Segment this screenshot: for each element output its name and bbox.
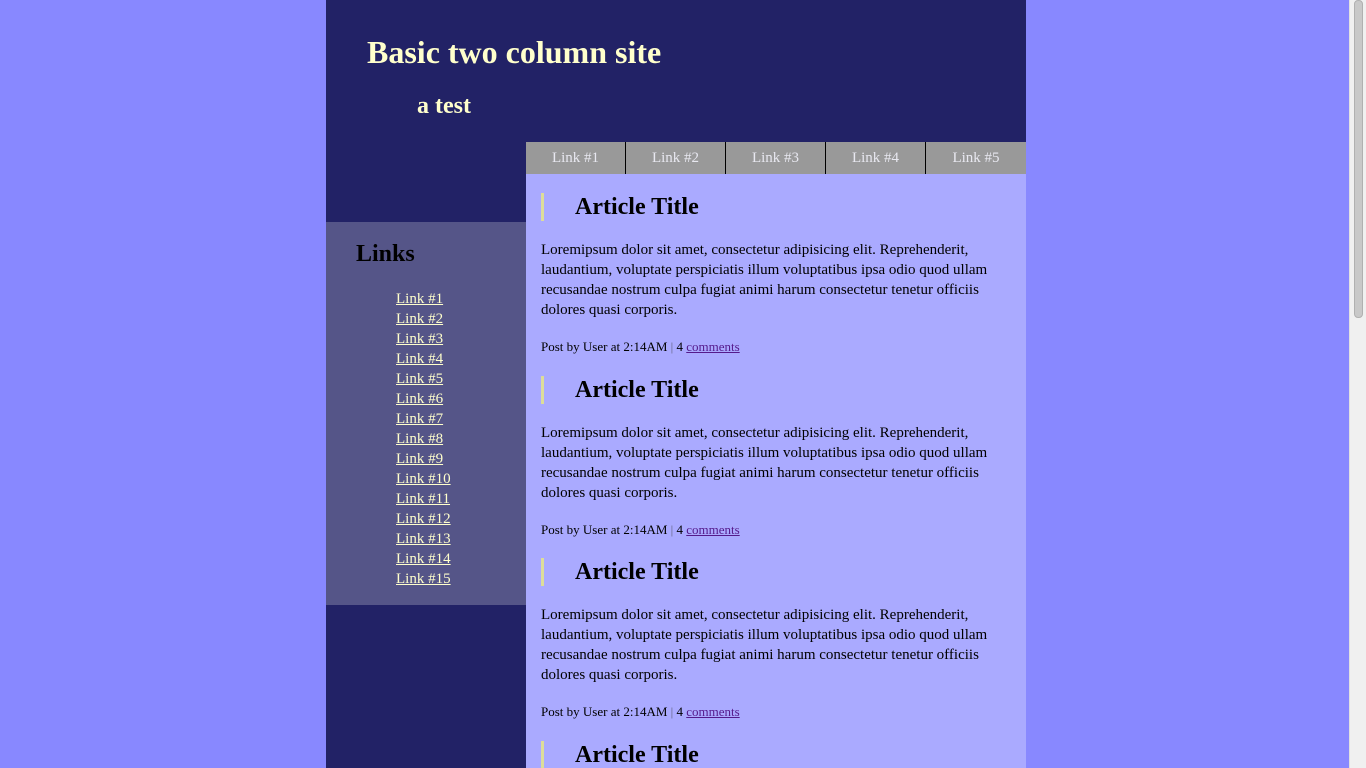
vertical-scrollbar[interactable] — [1349, 0, 1366, 768]
sidebar-link-4[interactable]: Link #4 — [396, 351, 443, 367]
sidebar-link-10[interactable]: Link #10 — [396, 471, 451, 487]
nav-link-3[interactable]: Link #3 — [726, 142, 826, 174]
sidebar-list-item: Link #10 — [396, 469, 451, 489]
article-meta: Post by User at 2:14AM | 4 comments — [541, 522, 740, 538]
post-info: Post by User at 2:14AM — [541, 704, 668, 719]
sidebar: Links Link #1 Link #2 Link #3 Link #4 Li… — [326, 222, 526, 605]
sidebar-list-item: Link #11 — [396, 489, 451, 509]
sidebar-link-12[interactable]: Link #12 — [396, 511, 451, 527]
sidebar-link-13[interactable]: Link #13 — [396, 531, 451, 547]
sidebar-link-2[interactable]: Link #2 — [396, 311, 443, 327]
nav-link-1[interactable]: Link #1 — [526, 142, 626, 174]
sidebar-link-5[interactable]: Link #5 — [396, 371, 443, 387]
comments-link[interactable]: comments — [686, 339, 739, 354]
sidebar-list-item: Link #3 — [396, 329, 451, 349]
comment-count: 4 — [676, 339, 684, 354]
meta-separator: | — [670, 704, 674, 719]
sidebar-list-item: Link #7 — [396, 409, 451, 429]
main-content: Article Title Loremipsum dolor sit amet,… — [526, 174, 1026, 768]
sidebar-link-9[interactable]: Link #9 — [396, 451, 443, 467]
site-header: Basic two column site a test — [326, 0, 1026, 142]
article-body: Loremipsum dolor sit amet, consectetur a… — [541, 242, 988, 318]
sidebar-link-15[interactable]: Link #15 — [396, 571, 451, 587]
sidebar-list-item: Link #15 — [396, 569, 451, 589]
meta-separator: | — [670, 339, 674, 354]
sidebar-list-item: Link #5 — [396, 369, 451, 389]
sidebar-link-8[interactable]: Link #8 — [396, 431, 443, 447]
sidebar-list-item: Link #6 — [396, 389, 451, 409]
comment-count: 4 — [676, 704, 684, 719]
sidebar-list-item: Link #1 — [396, 289, 451, 309]
nav-link-2[interactable]: Link #2 — [626, 142, 726, 174]
meta-separator: | — [670, 522, 674, 537]
page-container: Basic two column site a test Link #1 Lin… — [326, 0, 1026, 768]
sidebar-list-item: Link #9 — [396, 449, 451, 469]
article-title: Article Title — [541, 376, 699, 404]
post-info: Post by User at 2:14AM — [541, 339, 668, 354]
article-title: Article Title — [541, 741, 699, 768]
comment-count: 4 — [676, 522, 684, 537]
sidebar-link-6[interactable]: Link #6 — [396, 391, 443, 407]
nav-link-5[interactable]: Link #5 — [926, 142, 1026, 174]
nav-link-4[interactable]: Link #4 — [826, 142, 926, 174]
sidebar-heading: Links — [356, 241, 415, 267]
sidebar-list-item: Link #12 — [396, 509, 451, 529]
comments-link[interactable]: comments — [686, 522, 739, 537]
post-info: Post by User at 2:14AM — [541, 522, 668, 537]
article-body: Loremipsum dolor sit amet, consectetur a… — [541, 425, 988, 501]
article-meta: Post by User at 2:14AM | 4 comments — [541, 339, 740, 355]
article-title: Article Title — [541, 558, 699, 586]
sidebar-list-item: Link #13 — [396, 529, 451, 549]
article-body: Loremipsum dolor sit amet, consectetur a… — [541, 607, 988, 683]
sidebar-link-7[interactable]: Link #7 — [396, 411, 443, 427]
sidebar-link-3[interactable]: Link #3 — [396, 331, 443, 347]
sidebar-list-item: Link #8 — [396, 429, 451, 449]
sidebar-link-list: Link #1 Link #2 Link #3 Link #4 Link #5 … — [396, 289, 451, 589]
scrollbar-thumb[interactable] — [1354, 0, 1363, 318]
site-subtitle: a test — [417, 93, 471, 119]
article-meta: Post by User at 2:14AM | 4 comments — [541, 704, 740, 720]
top-navbar: Link #1 Link #2 Link #3 Link #4 Link #5 — [526, 142, 1026, 174]
sidebar-link-11[interactable]: Link #11 — [396, 491, 450, 507]
sidebar-list-item: Link #2 — [396, 309, 451, 329]
site-title: Basic two column site — [367, 34, 662, 70]
article-title: Article Title — [541, 193, 699, 221]
sidebar-list-item: Link #4 — [396, 349, 451, 369]
sidebar-link-14[interactable]: Link #14 — [396, 551, 451, 567]
sidebar-link-1[interactable]: Link #1 — [396, 291, 443, 307]
sidebar-list-item: Link #14 — [396, 549, 451, 569]
comments-link[interactable]: comments — [686, 704, 739, 719]
